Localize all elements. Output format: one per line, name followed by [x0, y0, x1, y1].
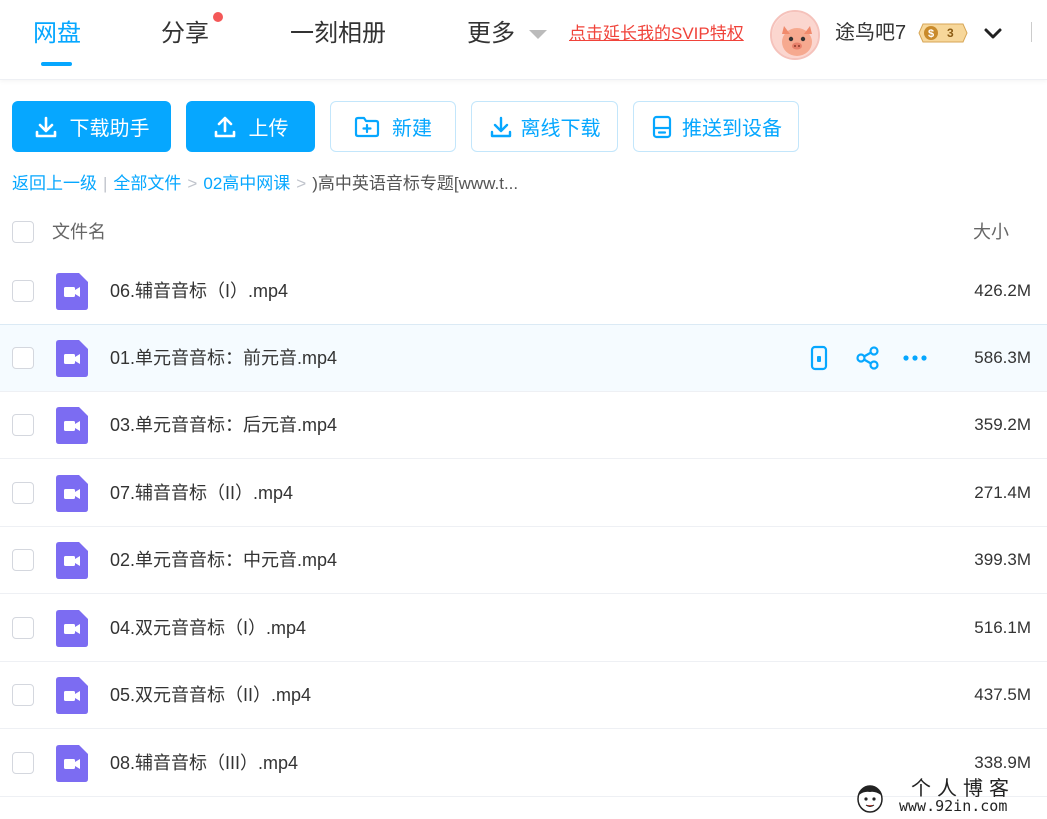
breadcrumb-back-link[interactable]: 返回上一级 [12, 171, 97, 197]
breadcrumb: 返回上一级 | 全部文件 > 02高中网课 > )高中英语音标专题[www.t.… [12, 171, 518, 197]
file-row[interactable]: 02.单元音音标：中元音.mp4 399.3M [0, 527, 1047, 594]
file-name[interactable]: 03.单元音音标：后元音.mp4 [110, 412, 337, 438]
file-row[interactable]: 07.辅音音标（II）.mp4 271.4M [0, 460, 1047, 527]
more-options-icon[interactable] [902, 345, 928, 371]
file-name[interactable]: 08.辅音音标（III）.mp4 [110, 750, 298, 776]
file-row[interactable]: 04.双元音音标（I）.mp4 516.1M [0, 595, 1047, 662]
svip-promo-link[interactable]: 点击延长我的SVIP特权 [569, 22, 744, 46]
breadcrumb-all-files-link[interactable]: 全部文件 [113, 171, 181, 197]
file-size: 338.9M [974, 753, 1031, 772]
offline-download-button[interactable]: 离线下载 [471, 101, 618, 152]
top-navigation: 网盘 分享 一刻相册 更多 点击延长我的SVIP特权 途鸟吧7 $ 3 [0, 0, 1047, 80]
row-checkbox[interactable] [12, 549, 34, 571]
offline-download-label: 离线下载 [520, 118, 601, 140]
row-checkbox[interactable] [12, 280, 34, 302]
file-size: 516.1M [974, 618, 1031, 637]
file-size: 426.2M [974, 281, 1031, 300]
avatar[interactable] [770, 10, 820, 60]
video-file-icon [56, 542, 88, 579]
file-row[interactable]: 05.双元音音标（II）.mp4 437.5M [0, 662, 1047, 729]
upload-icon [214, 116, 235, 137]
video-file-icon [56, 475, 88, 512]
file-row[interactable]: 03.单元音音标：后元音.mp4 359.2M [0, 392, 1047, 459]
offline-download-icon [490, 116, 511, 137]
video-file-icon [56, 407, 88, 444]
file-size: 586.3M [974, 348, 1031, 367]
file-size: 271.4M [974, 483, 1031, 502]
file-name[interactable]: 04.双元音音标（I）.mp4 [110, 615, 306, 641]
tab-netdisk[interactable]: 网盘 [33, 16, 81, 52]
username[interactable]: 途鸟吧7 [835, 18, 906, 48]
row-checkbox[interactable] [12, 414, 34, 436]
row-checkbox[interactable] [12, 482, 34, 504]
column-header-size[interactable]: 大小 [973, 219, 1009, 245]
active-tab-indicator [41, 62, 72, 66]
upload-label: 上传 [248, 118, 289, 140]
new-folder-button[interactable]: 新建 [330, 101, 456, 152]
tab-share[interactable]: 分享 [161, 16, 209, 52]
share-icon[interactable] [855, 345, 881, 371]
file-size: 399.3M [974, 550, 1031, 569]
device-icon [652, 115, 672, 138]
file-row[interactable]: 06.辅音音标（I）.mp4 426.2M [0, 258, 1047, 325]
file-name[interactable]: 02.单元音音标：中元音.mp4 [110, 547, 337, 573]
breadcrumb-chevron-separator: > [296, 174, 307, 193]
svip-level-number: 3 [947, 26, 954, 40]
select-all-checkbox[interactable] [12, 221, 34, 243]
cartoon-face-icon [857, 785, 883, 813]
file-list-header: 文件名 大小 [0, 205, 1047, 259]
download-helper-label: 下载助手 [69, 118, 150, 140]
notification-dot [213, 12, 223, 22]
video-file-icon [56, 610, 88, 647]
row-checkbox[interactable] [12, 617, 34, 639]
breadcrumb-pipe-separator: | [103, 174, 108, 193]
file-size: 359.2M [974, 415, 1031, 434]
file-name[interactable]: 05.双元音音标（II）.mp4 [110, 682, 311, 708]
tab-album[interactable]: 一刻相册 [290, 16, 386, 52]
video-file-icon [56, 677, 88, 714]
chevron-down-icon[interactable] [982, 22, 1004, 44]
svg-text:$: $ [928, 28, 934, 40]
file-name[interactable]: 06.辅音音标（I）.mp4 [110, 278, 288, 304]
breadcrumb-folder-link[interactable]: 02高中网课 [203, 171, 290, 197]
watermark-url: www.92in.com [899, 797, 1008, 815]
file-size: 437.5M [974, 685, 1031, 704]
file-name[interactable]: 07.辅音音标（II）.mp4 [110, 480, 293, 506]
nav-divider [1031, 22, 1032, 42]
watermark: 个人博客 www.92in.com [855, 776, 1045, 818]
tab-more[interactable]: 更多 [467, 16, 515, 52]
cartoon-pig-avatar-icon [772, 12, 818, 58]
column-header-name[interactable]: 文件名 [52, 219, 106, 245]
file-name[interactable]: 01.单元音音标：前元音.mp4 [110, 345, 337, 371]
video-file-icon [56, 745, 88, 782]
upload-button[interactable]: 上传 [186, 101, 315, 152]
breadcrumb-current-folder: )高中英语音标专题[www.t... [312, 174, 519, 193]
push-to-device-label: 推送到设备 [682, 118, 782, 140]
row-checkbox[interactable] [12, 347, 34, 369]
new-folder-label: 新建 [392, 118, 432, 140]
svip-level-badge: $ 3 [917, 22, 969, 49]
send-to-phone-icon[interactable] [806, 345, 832, 371]
video-file-icon [56, 340, 88, 377]
download-icon [35, 116, 56, 137]
breadcrumb-chevron-separator: > [187, 174, 198, 193]
download-helper-button[interactable]: 下载助手 [12, 101, 171, 152]
svip-badge-icon: $ [918, 23, 968, 43]
file-row-hovered[interactable]: 01.单元音音标：前元音.mp4 586.3M [0, 324, 1047, 392]
new-folder-icon [354, 116, 380, 137]
push-to-device-button[interactable]: 推送到设备 [633, 101, 799, 152]
caret-down-icon[interactable] [529, 30, 547, 39]
video-file-icon [56, 273, 88, 310]
row-checkbox[interactable] [12, 752, 34, 774]
row-checkbox[interactable] [12, 684, 34, 706]
